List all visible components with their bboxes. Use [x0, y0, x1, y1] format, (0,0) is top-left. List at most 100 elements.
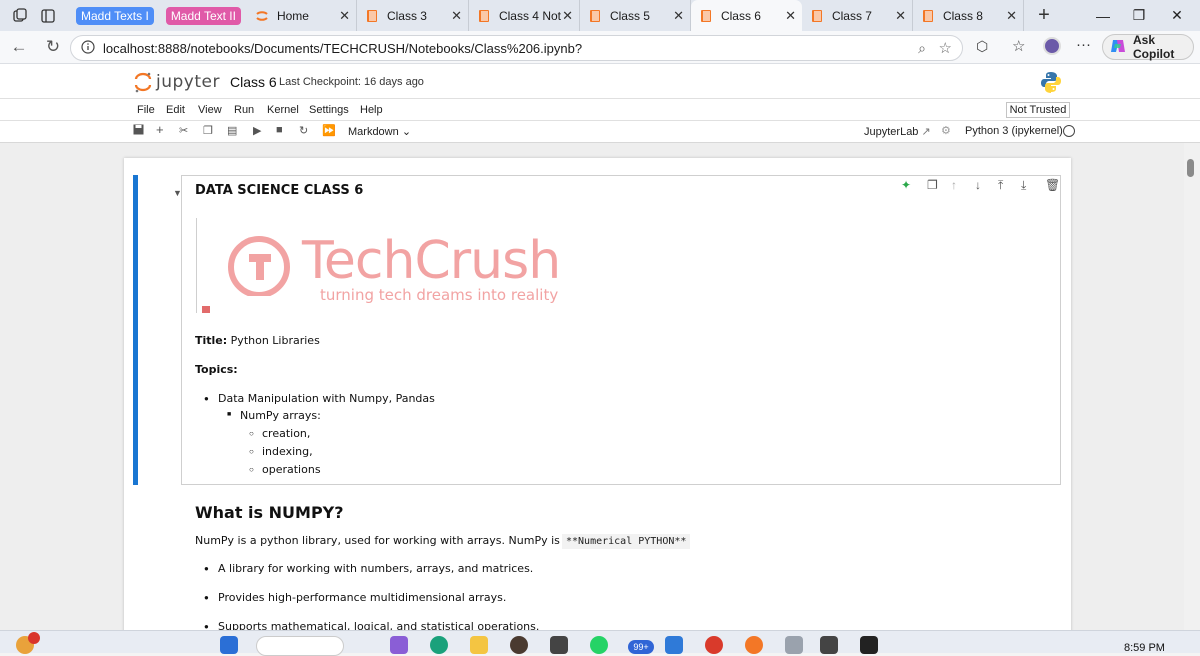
- menu-help[interactable]: Help: [360, 104, 383, 116]
- save-icon[interactable]: [133, 124, 144, 138]
- close-tab-icon[interactable]: ✕: [785, 8, 796, 24]
- tab-title: Class 3: [386, 8, 427, 23]
- whatsapp-icon[interactable]: [590, 636, 608, 654]
- app-icon[interactable]: [705, 636, 723, 654]
- edge-icon[interactable]: [430, 636, 448, 654]
- close-tab-icon[interactable]: ✕: [895, 8, 906, 24]
- vscode-icon[interactable]: [665, 636, 683, 654]
- notebook-favicon-icon: [699, 9, 713, 23]
- tab-title: Class 7: [831, 8, 872, 23]
- techcrush-logo-icon: [228, 236, 290, 296]
- clock-time[interactable]: 8:59 PM: [1124, 642, 1165, 654]
- paste-icon[interactable]: ▤: [227, 124, 237, 137]
- workspaces-icon[interactable]: [6, 2, 34, 30]
- cut-icon[interactable]: ✂: [179, 124, 188, 137]
- restart-run-all-icon[interactable]: ⏩: [322, 124, 336, 137]
- jupyterlab-link[interactable]: JupyterLab ↗: [864, 125, 931, 138]
- tab-group-madd-text-2[interactable]: Madd Text II: [165, 6, 241, 25]
- close-tab-icon[interactable]: ✕: [339, 8, 350, 24]
- vertical-tabs-icon[interactable]: [34, 2, 62, 30]
- close-window-icon[interactable]: ✕: [1154, 0, 1200, 31]
- copy-icon[interactable]: ❐: [203, 124, 213, 137]
- move-up-icon[interactable]: ↑: [951, 178, 957, 192]
- address-bar-row: ← ↻ localhost:8888/notebooks/Documents/T…: [0, 31, 1200, 64]
- insert-below-icon[interactable]: ⤓: [1021, 178, 1026, 193]
- menu-edit[interactable]: Edit: [166, 104, 185, 116]
- tab-class-6[interactable]: Class 6 ✕: [690, 0, 802, 31]
- markdown-cell[interactable]: [181, 175, 1061, 485]
- run-icon[interactable]: ▶: [253, 124, 261, 137]
- file-explorer-icon[interactable]: [470, 636, 488, 654]
- close-tab-icon[interactable]: ✕: [673, 8, 684, 24]
- tab-class-5[interactable]: Class 5 ✕: [580, 0, 691, 31]
- stop-icon[interactable]: ■: [276, 124, 283, 136]
- delete-cell-icon[interactable]: 🗑: [1045, 178, 1060, 192]
- kernel-status-icon: [1063, 125, 1075, 137]
- gear-icon[interactable]: ⚙: [941, 124, 951, 137]
- kernel-name[interactable]: Python 3 (ipykernel): [965, 125, 1063, 137]
- tab-title: Class 5: [609, 8, 650, 23]
- scrollbar-track[interactable]: [1184, 143, 1200, 630]
- tab-class-7[interactable]: Class 7 ✕: [802, 0, 913, 31]
- notebook-title[interactable]: Class 6: [230, 74, 277, 90]
- insert-cell-icon[interactable]: +: [156, 122, 164, 137]
- tab-title: Class 6: [720, 8, 761, 23]
- refresh-icon[interactable]: ↻: [38, 32, 68, 62]
- app-icon[interactable]: [510, 636, 528, 654]
- url-text[interactable]: localhost:8888/notebooks/Documents/TECHC…: [103, 41, 582, 56]
- url-bar[interactable]: localhost:8888/notebooks/Documents/TECHC…: [70, 35, 963, 61]
- insert-above-icon[interactable]: ⤒: [998, 178, 1003, 193]
- close-tab-icon[interactable]: ✕: [562, 8, 573, 24]
- move-down-icon[interactable]: ↓: [975, 178, 981, 192]
- ask-copilot-button[interactable]: Ask Copilot: [1102, 33, 1194, 61]
- tab-class-4-notes[interactable]: Class 4 Note ✕: [469, 0, 580, 31]
- back-icon[interactable]: ←: [4, 32, 34, 62]
- extensions-icon[interactable]: ⬡: [976, 38, 988, 55]
- menu-run[interactable]: Run: [234, 104, 254, 116]
- app-icon[interactable]: [860, 636, 878, 654]
- tab-class-3[interactable]: Class 3 ✕: [357, 0, 469, 31]
- cell-type-select[interactable]: Markdown ⌄: [348, 125, 411, 138]
- restart-icon[interactable]: ↻: [299, 124, 308, 137]
- search-box[interactable]: [256, 636, 344, 656]
- tab-title: Class 8: [942, 8, 983, 23]
- techcrush-tagline: turning tech dreams into reality: [320, 286, 559, 304]
- scrollbar-thumb[interactable]: [1187, 159, 1194, 177]
- favorites-icon[interactable]: ☆: [1012, 37, 1025, 55]
- close-tab-icon[interactable]: ✕: [1006, 8, 1017, 24]
- jupyter-favicon-icon: [255, 9, 269, 23]
- profile-avatar[interactable]: [1043, 37, 1061, 55]
- favorite-star-icon[interactable]: ☆: [939, 39, 952, 57]
- notebook-favicon-icon: [477, 9, 491, 23]
- menu-kernel[interactable]: Kernel: [267, 104, 299, 116]
- section-bullet: Provides high-performance multidimension…: [218, 591, 507, 604]
- jupyter-logo-icon: [134, 72, 152, 93]
- app-icon[interactable]: [550, 636, 568, 654]
- notebook-favicon-icon: [365, 9, 379, 23]
- terminal-icon[interactable]: [820, 636, 838, 654]
- app-icon[interactable]: [785, 636, 803, 654]
- topic-subsubitem: indexing,: [262, 445, 313, 458]
- zoom-search-icon[interactable]: ⌕: [918, 40, 926, 57]
- duplicate-cell-icon[interactable]: ❐: [927, 178, 938, 192]
- start-icon[interactable]: [220, 636, 238, 654]
- trust-status-button[interactable]: Not Trusted: [1006, 102, 1070, 118]
- jupyter-logo[interactable]: jupyter: [134, 71, 220, 93]
- new-tab-icon[interactable]: +: [1030, 2, 1058, 30]
- menu-file[interactable]: File: [137, 104, 155, 116]
- close-tab-icon[interactable]: ✕: [451, 8, 462, 24]
- ai-sparkle-icon[interactable]: ✦: [901, 178, 911, 192]
- tab-class-8[interactable]: Class 8 ✕: [913, 0, 1024, 31]
- jupyter-menu-bar: File Edit View Run Kernel Settings Help …: [0, 98, 1200, 121]
- jupyter-taskbar-icon[interactable]: [745, 636, 763, 654]
- menu-view[interactable]: View: [198, 104, 222, 116]
- more-options-icon[interactable]: ···: [1076, 36, 1091, 53]
- tab-home[interactable]: Home ✕: [247, 0, 357, 31]
- menu-settings[interactable]: Settings: [309, 104, 349, 116]
- section-bullet: A library for working with numbers, arra…: [218, 562, 534, 575]
- copilot-app-icon[interactable]: [390, 636, 408, 654]
- info-icon[interactable]: [81, 39, 95, 57]
- bullet-circle-icon: ○: [249, 429, 254, 438]
- image-frame: [196, 218, 197, 313]
- tab-group-madd-texts-1[interactable]: Madd Texts I: [76, 6, 154, 25]
